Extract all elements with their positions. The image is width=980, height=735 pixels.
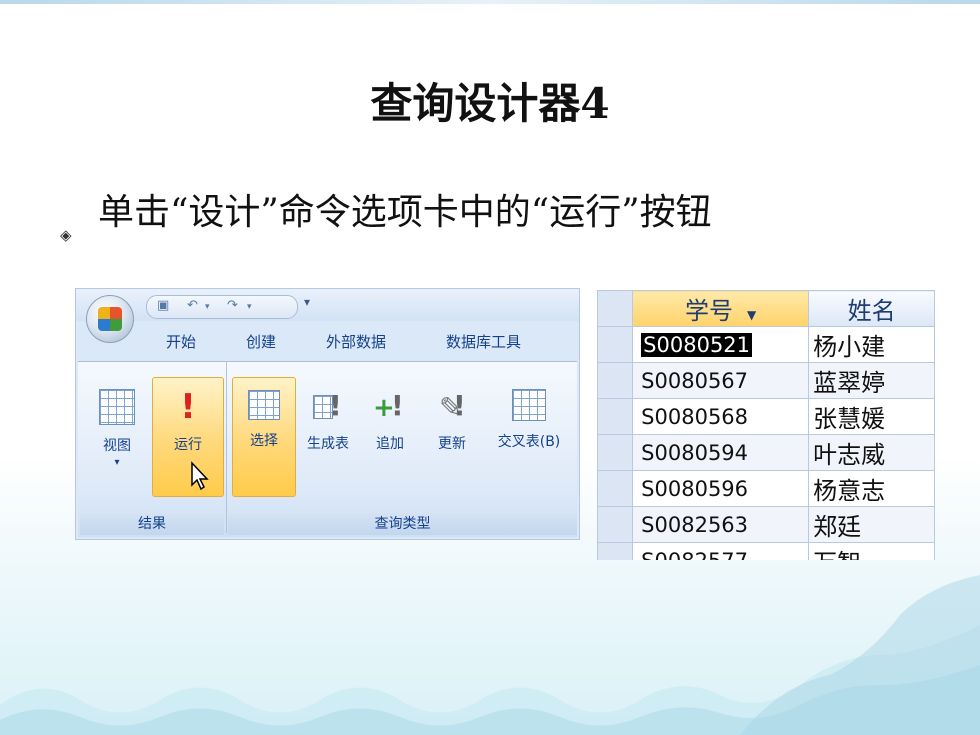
- table-row[interactable]: S0080568 张慧媛: [597, 398, 935, 435]
- row-selector[interactable]: [597, 326, 634, 363]
- view-dropdown-icon: ▾: [114, 457, 120, 468]
- append-label: 追加: [376, 436, 404, 452]
- select-all-corner[interactable]: [597, 290, 634, 327]
- bullet-point: ◈ 单击“设计”命令选项卡中的“运行”按钮: [60, 188, 902, 244]
- cell-student-id[interactable]: S0080521: [632, 326, 810, 363]
- query-result-datasheet: 学号 ▼ 姓名 S0080521 杨小建 S0080567 蓝翠婷 S008056…: [597, 290, 935, 560]
- select-label: 选择: [250, 433, 278, 449]
- slide-title: 查询设计器4: [370, 79, 610, 128]
- update-button[interactable]: ✎ ! 更新: [424, 377, 480, 453]
- column-dropdown-icon[interactable]: ▼: [747, 308, 756, 322]
- row-selector[interactable]: [597, 434, 634, 471]
- mouse-cursor-icon: [191, 461, 209, 491]
- run-exclamation-icon: !: [180, 387, 196, 427]
- cell-name[interactable]: 杨小建: [808, 326, 935, 363]
- quick-access-box: ▣ ↶ ▾ ↷ ▾: [146, 295, 298, 319]
- redo-dropdown-icon[interactable]: ▾: [247, 302, 252, 312]
- row-selector[interactable]: [597, 362, 634, 399]
- cell-student-id[interactable]: S0080596: [632, 470, 810, 507]
- wave-decoration: [0, 575, 980, 735]
- make-table-icon: !: [311, 389, 345, 423]
- group-label-query-type: 查询类型: [228, 513, 577, 535]
- customize-toolbar-icon[interactable]: ▾: [304, 295, 310, 309]
- table-header-row: 学号 ▼ 姓名: [597, 290, 935, 327]
- diamond-bullet-icon: ◈: [60, 226, 72, 244]
- cell-student-id[interactable]: S0080594: [632, 434, 810, 471]
- select-query-button[interactable]: 选择: [232, 377, 296, 497]
- view-button[interactable]: 视图 ▾: [82, 377, 152, 497]
- column-header-student-id[interactable]: 学号 ▼: [632, 290, 810, 327]
- run-label: 运行: [174, 437, 202, 453]
- update-label: 更新: [438, 436, 466, 452]
- undo-icon[interactable]: ↶: [187, 298, 198, 313]
- table-row[interactable]: S0080594 叶志威: [597, 434, 935, 471]
- datasheet-view-icon: [99, 389, 135, 425]
- undo-dropdown-icon[interactable]: ▾: [205, 302, 210, 312]
- cell-name[interactable]: 蓝翠婷: [808, 362, 935, 399]
- cell-name[interactable]: 叶志威: [808, 434, 935, 471]
- tab-home[interactable]: 开始: [166, 331, 196, 352]
- group-separator: [226, 361, 227, 533]
- bullet-text: 单击“设计”命令选项卡中的“运行”按钮: [98, 192, 712, 233]
- crosstab-label: 交叉表(B): [497, 434, 561, 450]
- office-button[interactable]: [86, 295, 134, 343]
- select-query-icon: [248, 390, 280, 420]
- office-logo-icon: [98, 307, 122, 331]
- tab-create[interactable]: 创建: [246, 331, 276, 352]
- cell-student-id[interactable]: S0080568: [632, 398, 810, 435]
- redo-icon[interactable]: ↷: [227, 298, 238, 313]
- group-label-results: 结果: [80, 513, 224, 535]
- append-icon: + !: [373, 389, 404, 423]
- table-row[interactable]: S0080521 杨小建: [597, 326, 935, 363]
- ribbon-tabs: 开始 创建 外部数据 数据库工具: [76, 321, 579, 359]
- quick-access-toolbar: ▣ ↶ ▾ ↷ ▾ ▾: [76, 289, 579, 321]
- make-table-label: 生成表: [307, 436, 349, 452]
- table-row[interactable]: S0080567 蓝翠婷: [597, 362, 935, 399]
- cell-name[interactable]: 杨意志: [808, 470, 935, 507]
- view-label: 视图: [103, 438, 131, 454]
- cell-name[interactable]: 张慧媛: [808, 398, 935, 435]
- row-selector[interactable]: [597, 398, 634, 435]
- cell-student-id[interactable]: S0080567: [632, 362, 810, 399]
- top-accent-line: [0, 0, 980, 4]
- save-icon[interactable]: ▣: [157, 298, 169, 313]
- column-header-name[interactable]: 姓名: [808, 290, 935, 327]
- tab-database-tools[interactable]: 数据库工具: [446, 331, 521, 352]
- row-selector[interactable]: [597, 470, 634, 507]
- access-ribbon: ▣ ↶ ▾ ↷ ▾ ▾ 开始 创建 外部数据 数据库工具 视图 ▾ ! 运行 选…: [75, 288, 580, 540]
- update-pencil-icon: ✎ !: [439, 389, 466, 424]
- result-table: 学号 ▼ 姓名 S0080521 杨小建 S0080567 蓝翠婷 S008056…: [597, 290, 935, 560]
- append-button[interactable]: + ! 追加: [362, 377, 418, 453]
- table-row[interactable]: S0080596 杨意志: [597, 470, 935, 507]
- run-button[interactable]: ! 运行: [152, 377, 224, 497]
- tab-external-data[interactable]: 外部数据: [326, 331, 386, 352]
- make-table-button[interactable]: ! 生成表: [298, 377, 358, 453]
- crosstab-button[interactable]: 交叉表(B): [488, 377, 570, 451]
- crosstab-icon: [512, 389, 546, 421]
